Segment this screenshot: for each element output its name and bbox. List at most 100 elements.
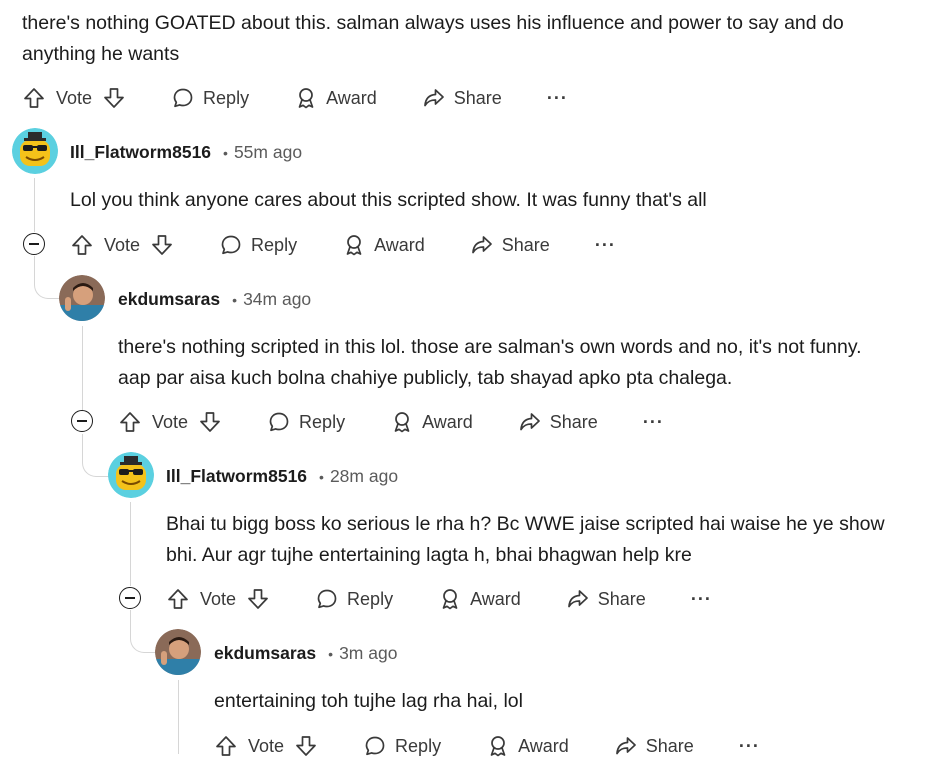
reply-label: Reply <box>251 234 298 255</box>
thread-line <box>130 502 131 586</box>
downvote-icon[interactable] <box>150 233 174 257</box>
collapse-thread-button[interactable] <box>119 587 141 609</box>
separator-dot: • <box>232 292 238 308</box>
upvote-icon[interactable] <box>118 410 142 434</box>
vote-label: Vote <box>200 588 237 609</box>
thread-line <box>34 178 35 232</box>
separator-dot: • <box>319 469 324 485</box>
share-button[interactable]: Share <box>566 587 646 611</box>
share-icon <box>566 587 590 611</box>
reply-button[interactable]: Reply <box>315 587 393 611</box>
comment-actions: Vote Reply Award Share ··· <box>214 730 760 762</box>
reply-button[interactable]: Reply <box>171 86 249 110</box>
comment-body: Bhai tu bigg boss ko serious le rha h? B… <box>166 513 885 566</box>
comment-actions: Vote Reply Award Share ··· <box>70 229 616 261</box>
thread-curve <box>82 434 109 477</box>
award-button[interactable]: Award <box>438 587 521 611</box>
reply-icon <box>363 734 387 758</box>
comment-meta: Ill_Flatworm8516 • 55m ago <box>70 142 302 163</box>
timestamp: 28m ago <box>329 466 399 486</box>
reply-button[interactable]: Reply <box>267 410 345 434</box>
share-label: Share <box>597 588 646 609</box>
comment-meta: ekdumsaras • 34m ago <box>118 289 311 310</box>
collapse-thread-button[interactable] <box>23 233 45 255</box>
award-label: Award <box>326 87 377 108</box>
downvote-icon[interactable] <box>294 734 318 758</box>
thread-curve <box>130 610 157 653</box>
award-label: Award <box>374 234 425 255</box>
upvote-icon[interactable] <box>70 233 94 257</box>
user-photo-icon <box>155 629 201 675</box>
downvote-icon[interactable] <box>102 86 126 110</box>
share-button[interactable]: Share <box>470 233 550 257</box>
more-options-button[interactable]: ··· <box>547 88 568 109</box>
avatar[interactable] <box>12 128 58 174</box>
more-options-button[interactable]: ··· <box>739 736 760 757</box>
award-label: Award <box>470 588 521 609</box>
vote-group: Vote <box>118 410 222 434</box>
share-icon <box>422 86 446 110</box>
share-button[interactable]: Share <box>422 86 502 110</box>
vote-label: Vote <box>152 411 189 432</box>
comment-meta: Ill_Flatworm8516 • 28m ago <box>166 466 398 487</box>
vote-label: Vote <box>56 87 93 108</box>
vote-group: Vote <box>166 587 270 611</box>
collapse-thread-button[interactable] <box>71 410 93 432</box>
share-label: Share <box>645 735 694 756</box>
timestamp: 3m ago <box>339 643 398 663</box>
award-icon <box>390 410 414 434</box>
share-label: Share <box>501 234 550 255</box>
reply-button[interactable]: Reply <box>363 734 441 758</box>
more-options-button[interactable]: ··· <box>595 235 616 256</box>
share-icon <box>518 410 542 434</box>
award-button[interactable]: Award <box>390 410 473 434</box>
reply-label: Reply <box>203 87 250 108</box>
comment-body: entertaining toh tujhe lag rha hai, lol <box>214 690 523 712</box>
comment-body: Lol you think anyone cares about this sc… <box>70 189 707 211</box>
avatar[interactable] <box>59 275 105 321</box>
upvote-icon[interactable] <box>22 86 46 110</box>
reply-label: Reply <box>395 735 442 756</box>
snoo-avatar-icon <box>12 128 58 174</box>
separator-dot: • <box>223 145 228 161</box>
reply-icon <box>171 86 195 110</box>
username[interactable]: Ill_Flatworm8516 <box>70 142 211 163</box>
reply-button[interactable]: Reply <box>219 233 297 257</box>
share-icon <box>614 734 638 758</box>
comment-body: there's nothing GOATED about this. salma… <box>22 12 844 65</box>
vote-label: Vote <box>248 735 285 756</box>
comment-meta: ekdumsaras • 3m ago <box>214 643 397 664</box>
comment-actions: Vote Reply Award Share ··· <box>22 82 568 114</box>
vote-group: Vote <box>22 86 126 110</box>
separator-dot: • <box>328 646 334 662</box>
award-icon <box>438 587 462 611</box>
more-options-button[interactable]: ··· <box>691 589 712 610</box>
upvote-icon[interactable] <box>166 587 190 611</box>
reply-icon <box>219 233 243 257</box>
share-button[interactable]: Share <box>518 410 598 434</box>
share-button[interactable]: Share <box>614 734 694 758</box>
thread-line <box>82 326 83 410</box>
award-button[interactable]: Award <box>342 233 425 257</box>
username[interactable]: Ill_Flatworm8516 <box>166 466 307 487</box>
award-label: Award <box>422 411 473 432</box>
share-icon <box>470 233 494 257</box>
username[interactable]: ekdumsaras <box>214 643 316 664</box>
reply-label: Reply <box>347 588 394 609</box>
downvote-icon[interactable] <box>198 410 222 434</box>
timestamp: 34m ago <box>243 289 312 309</box>
award-button[interactable]: Award <box>294 86 377 110</box>
reply-icon <box>267 410 291 434</box>
vote-label: Vote <box>104 234 141 255</box>
award-label: Award <box>518 735 569 756</box>
username[interactable]: ekdumsaras <box>118 289 220 310</box>
upvote-icon[interactable] <box>214 734 238 758</box>
downvote-icon[interactable] <box>246 587 270 611</box>
reply-label: Reply <box>299 411 346 432</box>
more-options-button[interactable]: ··· <box>643 412 664 433</box>
share-label: Share <box>453 87 502 108</box>
thread-curve <box>34 256 61 299</box>
award-button[interactable]: Award <box>486 734 569 758</box>
avatar[interactable] <box>155 629 201 675</box>
avatar[interactable] <box>108 452 154 498</box>
